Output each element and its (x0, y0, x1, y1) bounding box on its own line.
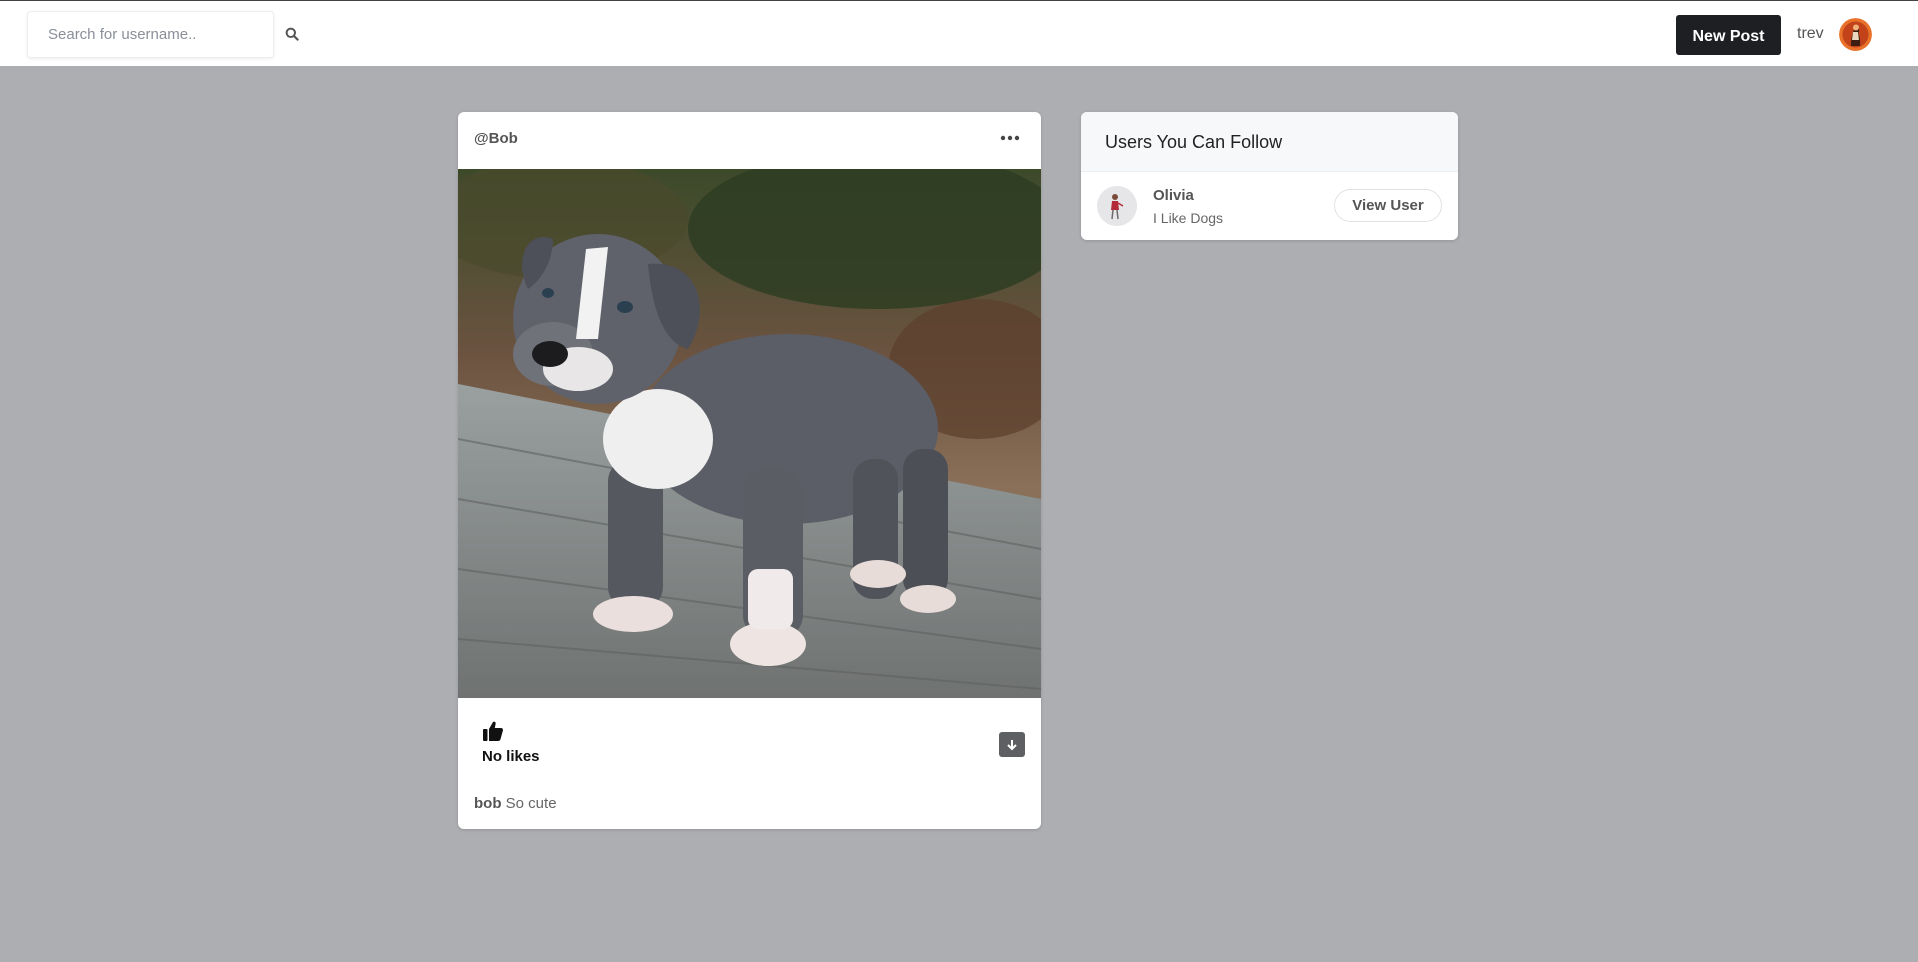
current-username[interactable]: trev (1797, 25, 1824, 43)
post-image (458, 149, 1041, 698)
post-author-handle[interactable]: @Bob (474, 130, 518, 147)
follow-user-bio: I Like Dogs (1153, 210, 1224, 226)
likes-count: No likes (482, 748, 540, 765)
thumbs-up-icon[interactable] (482, 720, 506, 744)
download-icon[interactable] (999, 732, 1025, 757)
ellipsis-icon[interactable] (998, 130, 1022, 146)
caption-text: So cute (505, 795, 557, 812)
caption-username[interactable]: bob (474, 795, 502, 812)
new-post-button[interactable]: New Post (1676, 15, 1781, 55)
follow-user-name[interactable]: Olivia (1153, 187, 1194, 204)
post-caption: bob So cute (474, 795, 557, 812)
suggested-users-title: Users You Can Follow (1105, 132, 1283, 152)
post-card: @Bob No likes bob So cute (458, 112, 1041, 829)
search-box (27, 11, 274, 58)
search-icon[interactable] (282, 23, 302, 45)
follow-user-avatar[interactable] (1097, 186, 1137, 226)
search-input[interactable] (28, 12, 273, 57)
top-navbar: New Post trev (0, 0, 1918, 66)
suggested-users-header: Users You Can Follow (1081, 112, 1458, 172)
user-avatar[interactable] (1839, 18, 1872, 51)
suggested-users-card: Users You Can Follow Olivia I Like Dogs … (1081, 112, 1458, 240)
view-user-button[interactable]: View User (1334, 189, 1442, 222)
